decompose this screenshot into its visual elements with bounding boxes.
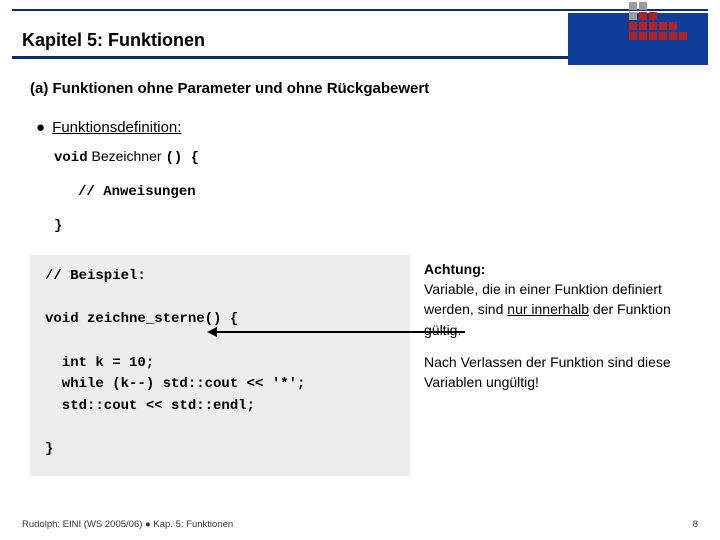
code-l7: std::cout << std::endl; [45,398,255,414]
note-column: Achtung: Variable, die in einer Funktion… [424,255,695,405]
section-heading: (a) Funktionen ohne Parameter und ohne R… [30,80,695,97]
code-l3: void zeichne_sterne() { [45,311,238,327]
code-l9: } [45,441,53,457]
page-number: 8 [693,519,698,530]
note-heading: Achtung: [424,261,485,277]
code-l5: int k = 10; [45,355,154,371]
code-example-box: // Beispiel: void zeichne_sterne() { int… [30,255,410,476]
header-rule-top [12,9,708,11]
arrow-icon [215,331,465,333]
proto-brace-open: { [182,150,199,166]
proto-identifier: Bezeichner [88,148,166,164]
chapter-title: Kapitel 5: Funktionen [22,30,205,51]
footer-text: Rudolph: EINI (WS 2005/06) ● Kap. 5: Fun… [22,519,233,530]
note-p1u: nur innerhalb [507,301,589,317]
logo-squares-icon [629,2,687,40]
note-p2: Nach Verlassen der Funktion sind diese V… [424,352,695,393]
code-l6: while (k--) std::cout << '*'; [45,376,305,392]
code-l1: // Beispiel: [45,268,146,284]
bullet-funktionsdefinition: ● Funktionsdefinition: [36,119,695,136]
proto-body-comment: // Anweisungen [78,184,695,200]
proto-parens: () [165,150,182,166]
prototype-line: void Bezeichner () { [54,148,695,166]
bullet-label: Funktionsdefinition: [52,119,181,136]
proto-brace-close: } [54,218,695,234]
proto-void: void [54,150,88,166]
